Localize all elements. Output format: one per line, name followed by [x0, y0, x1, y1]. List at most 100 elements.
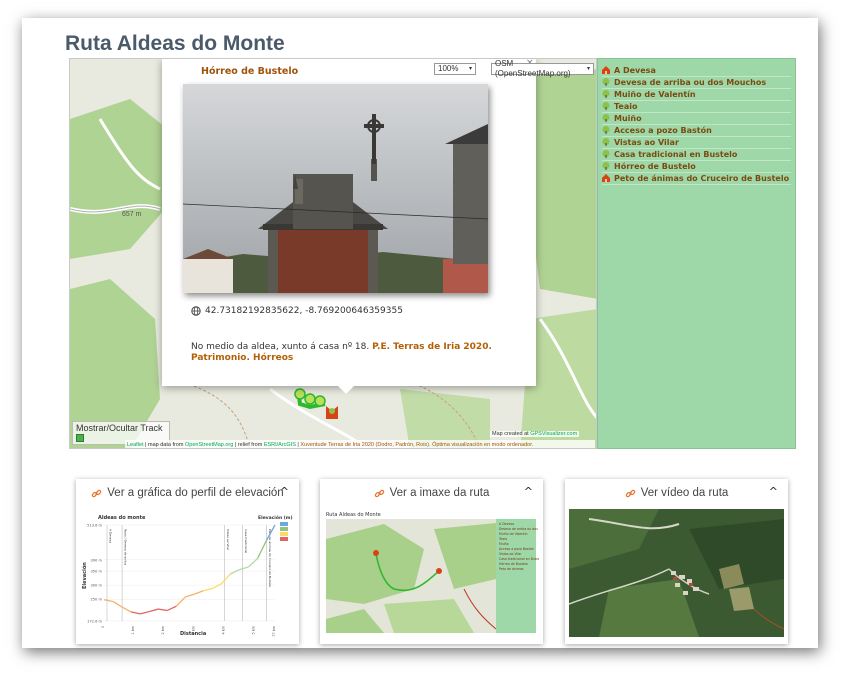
track-toggle-label: Mostrar/Ocultar Track	[76, 423, 163, 433]
waypoint-label: Muiño	[614, 114, 642, 123]
waypoint-item[interactable]: Muiño	[602, 113, 791, 125]
link-icon	[625, 489, 635, 497]
map-attribution: Leaflet | map data from OpenStreetMap.or…	[125, 440, 595, 448]
track-checkbox[interactable]	[76, 434, 84, 442]
route-image-card-title: Ver a imaxe da ruta	[389, 487, 490, 499]
route-image-card-header[interactable]: Ver a imaxe da ruta ^	[320, 479, 543, 507]
attribution-map-data: map data from	[148, 442, 184, 448]
route-video[interactable]	[569, 509, 784, 637]
page-title: Ruta Aldeas do Monte	[65, 32, 285, 55]
y-tick-label: 513.6 m	[87, 524, 102, 528]
waypoint-item[interactable]: Acceso a pozo Bastón	[602, 125, 791, 137]
chart-title: Aldeas do monte	[98, 515, 146, 521]
elevation-label: 657 m	[122, 211, 142, 218]
caret-up-icon[interactable]: ^	[524, 485, 533, 498]
basemap-select[interactable]: OSM (OpenStreetMap.org) ▾	[491, 59, 594, 78]
route-legend-item: Casa tradicional en Bustelo	[499, 557, 539, 561]
waypoint-label: Vistas ao Vilar	[614, 138, 679, 147]
elevation-chart: Aldeas do monte Elevación (m) Elevación …	[80, 509, 295, 637]
y-tick-label: 300 m	[90, 584, 102, 588]
route-legend-item: Hórreo de Bustelo	[499, 562, 528, 566]
horreo-photo	[183, 84, 488, 293]
route-image-svg: Ruta Aldeas do Monte A DevesaDevesa de a…	[324, 509, 539, 637]
waypoint-marker-label: A Devesa	[109, 529, 113, 543]
waypoint-item[interactable]: Teaio	[602, 101, 791, 113]
link-icon	[374, 489, 384, 497]
chevron-down-icon: ▾	[468, 66, 472, 72]
elevation-card-header[interactable]: Ver a gráfica do perfil de elevación ^	[76, 479, 299, 507]
tree-icon	[602, 102, 610, 110]
waypoint-item[interactable]: Devesa de arriba ou dos Mouchos	[602, 77, 791, 89]
popup-description: No medio da aldea, xunto á casa nº 18. P…	[191, 342, 511, 364]
map-created-label: Map created at	[492, 431, 529, 437]
tree-icon	[602, 150, 610, 158]
x-tick-label: 1 km	[131, 625, 135, 634]
y-tick-label: 390 m	[90, 558, 102, 562]
zoom-select[interactable]: 100% ▾	[434, 63, 476, 75]
map-credit: Map created at GPSVisualizer.com	[490, 431, 580, 437]
route-legend-item: Teaio	[498, 537, 507, 541]
caret-up-icon[interactable]: ^	[769, 485, 778, 498]
gpsvisualizer-link[interactable]: GPSVisualizer.com	[530, 431, 577, 437]
waypoint-label: Teaio	[614, 102, 638, 111]
route-map[interactable]: 657 m Hórreo de Bustelo 42.7318219283562…	[69, 58, 597, 449]
tree-icon	[602, 126, 610, 134]
waypoint-item[interactable]: Peto de ánimas do Cruceiro de Bustelo	[602, 173, 791, 185]
basemap-select-value: OSM (OpenStreetMap.org)	[495, 59, 571, 78]
waypoint-label: A Devesa	[614, 66, 656, 75]
elevation-card: Ver a gráfica do perfil de elevación ^ A…	[76, 479, 299, 644]
attribution-xuventude: Xuventude Terras de Iria 2020 (Dodro, Pa…	[300, 442, 534, 448]
video-card: Ver vídeo da ruta ^	[565, 479, 788, 644]
waypoint-marker-label: Vistas ao Vilar	[226, 529, 230, 551]
waypoint-sidebar: A Devesa Devesa de arriba ou dos Mouchos M…	[597, 58, 796, 449]
video-card-title: Ver vídeo da ruta	[640, 487, 729, 499]
tree-icon	[602, 78, 610, 86]
coordinates-text: 42.73182192835622, -8.769200646359355	[205, 306, 403, 316]
y-axis-title: Elevación	[81, 562, 88, 589]
route-image: Ruta Aldeas do Monte A Devesa Devesa de a…	[324, 509, 539, 637]
waypoint-list: A Devesa Devesa de arriba ou dos Mouchos M…	[598, 59, 795, 185]
zoom-select-value: 100%	[438, 64, 459, 73]
x-tick-label: 5 km	[252, 625, 256, 634]
x-tick-label: 0	[101, 626, 105, 628]
x-tick-label: 2 km	[161, 625, 165, 634]
route-legend-item: Peto de ánimas	[499, 567, 524, 571]
description-text: No medio da aldea, xunto á casa nº 18.	[191, 342, 373, 352]
elevation-card-title: Ver a gráfica do perfil de elevación	[107, 487, 284, 499]
osm-link[interactable]: OpenStreetMap.org	[185, 442, 233, 448]
page-frame: Ruta Aldeas do Monte 657 m Hórreo de Bus…	[22, 18, 818, 648]
waypoint-label: Peto de ánimas do Cruceiro de Bustelo	[614, 174, 790, 183]
waypoint-item[interactable]: A Devesa	[602, 65, 791, 77]
waypoint-label: Acceso a pozo Bastón	[614, 126, 712, 135]
tree-icon	[602, 114, 610, 122]
x-tick-label: 4 km	[221, 625, 225, 634]
waypoint-item[interactable]: Hórreo de Bustelo	[602, 161, 791, 173]
y-tick-label: 350 m	[90, 570, 102, 574]
waypoint-item[interactable]: Muiño de Valentín	[602, 89, 791, 101]
y-tick-label: 172.6 m	[87, 620, 102, 624]
waypoint-label: Casa tradicional en Bustelo	[614, 150, 738, 159]
video-card-header[interactable]: Ver vídeo da ruta ^	[565, 479, 788, 507]
y-tick-label: 250 m	[90, 598, 102, 602]
popup-title: Hórreo de Bustelo	[201, 66, 299, 77]
route-image-title: Ruta Aldeas do Monte	[326, 512, 381, 518]
route-legend-item: A Devesa	[499, 522, 514, 526]
legend-title: Elevación (m)	[258, 514, 293, 521]
caret-up-icon[interactable]: ^	[280, 485, 289, 498]
tree-icon	[602, 138, 610, 146]
x-tick-label: 5.677 km	[272, 625, 276, 637]
waypoint-label: Hórreo de Bustelo	[614, 162, 696, 171]
waypoint-item[interactable]: Vistas ao Vilar	[602, 137, 791, 149]
tree-icon	[602, 90, 610, 98]
route-legend-item: Muiño	[499, 542, 509, 546]
aerial-video-frame	[569, 509, 784, 637]
leaflet-link[interactable]: Leaflet	[127, 442, 144, 448]
waypoint-label: Muiño de Valentín	[614, 90, 696, 99]
elevation-chart-svg: Aldeas do monte Elevación (m) Elevación …	[80, 509, 295, 637]
waypoint-item[interactable]: Casa tradicional en Bustelo	[602, 149, 791, 161]
route-legend-item: Vistas ao Vilar	[499, 552, 522, 556]
waypoint-marker-label: Peto de ánimas do Cruceiro de Bustelo	[268, 529, 272, 587]
esri-link[interactable]: ESRI/ArcGIS	[264, 442, 296, 448]
link-icon	[92, 489, 102, 497]
x-tick-label: 3 km	[191, 625, 195, 634]
